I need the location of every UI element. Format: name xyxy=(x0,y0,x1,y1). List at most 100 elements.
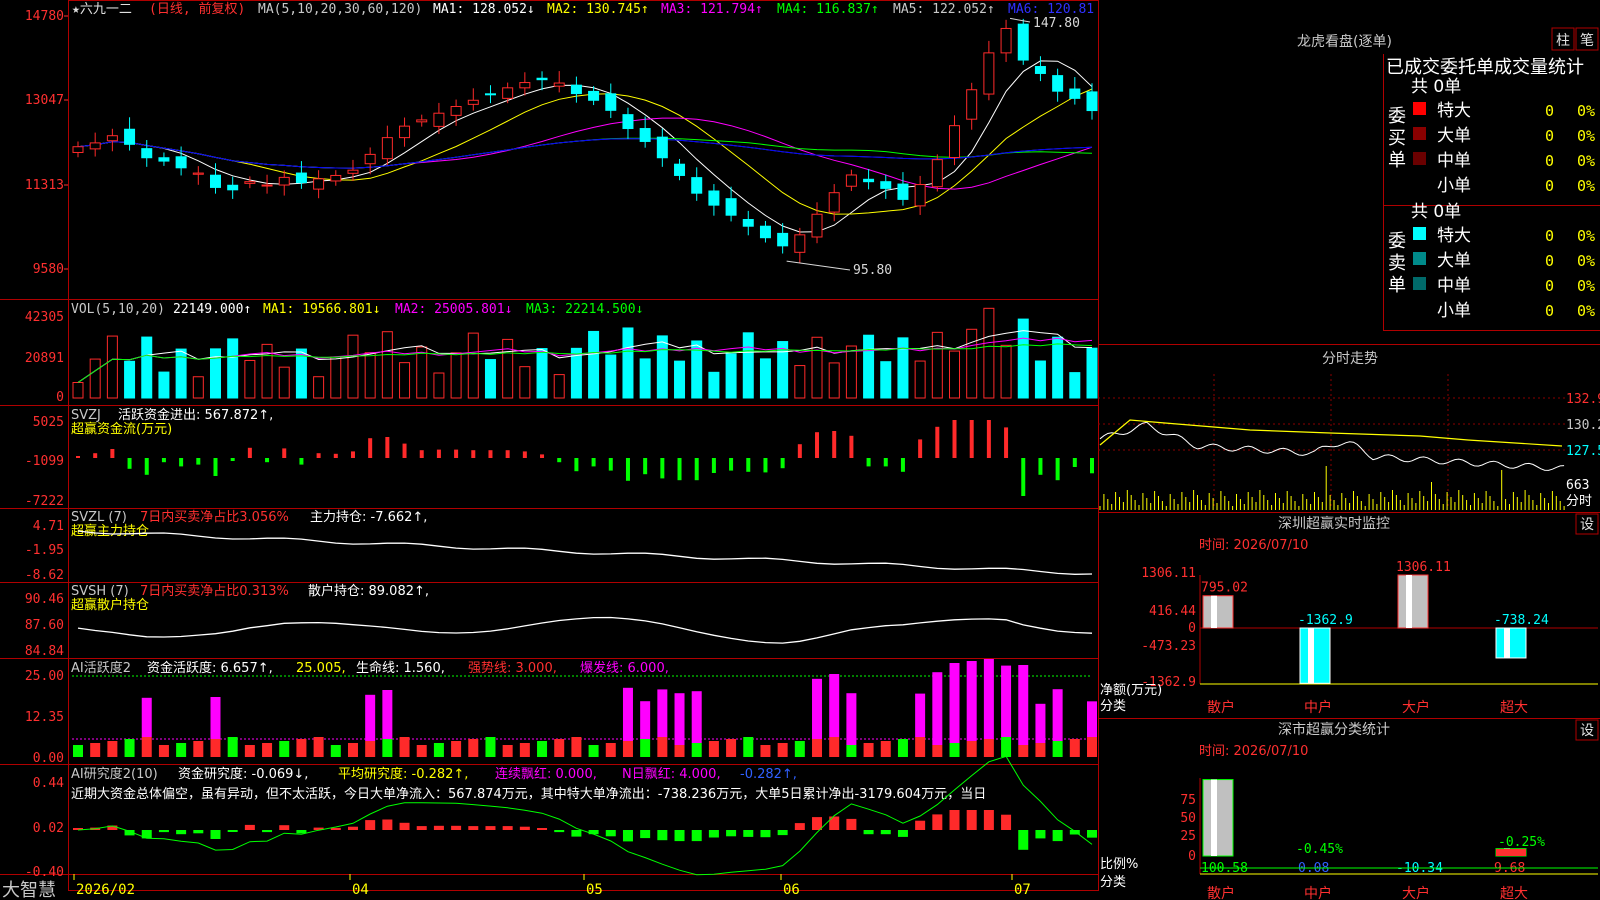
fund-flow-bar xyxy=(265,458,270,463)
candle-body xyxy=(1086,91,1098,112)
candle-body xyxy=(175,156,187,169)
main-plot[interactable] xyxy=(72,17,1098,271)
volume-bar xyxy=(931,331,943,399)
stats-plot[interactable]: 100.58散户0.08中户-10.34大户9.68超大-0.45% -0.25% xyxy=(1199,778,1598,900)
candle-body xyxy=(622,114,634,130)
high-marker xyxy=(1009,17,1031,23)
research-bar xyxy=(382,819,393,830)
activity-bar xyxy=(141,737,152,757)
monitor-bar xyxy=(1397,574,1429,629)
ma2-value: MA2: 130.745↑ xyxy=(547,2,649,17)
fund-flow-bar xyxy=(282,448,287,458)
research-bar xyxy=(657,830,668,841)
main-y-ticks xyxy=(64,15,68,270)
stats-title: 深市超赢分类统计 xyxy=(1278,721,1390,738)
activity-bar xyxy=(571,737,582,757)
svzj-sub: 超赢资金流(万元) xyxy=(71,421,172,437)
activity-peak-bar xyxy=(1001,665,1012,737)
monitor-plot[interactable]: 795.02 散户 -1362.9 中户 1306.11 大户 -738.24 超大 xyxy=(1199,560,1598,716)
monitor-time: 时间: 2026/07/10 xyxy=(1199,538,1308,553)
activity-peak-bar xyxy=(691,691,702,743)
volume-bar xyxy=(622,327,634,399)
activity-peak-bar xyxy=(983,659,994,739)
main-stock-title[interactable]: ★六九一二 xyxy=(72,2,132,17)
research-bar xyxy=(966,810,977,830)
research-bar xyxy=(158,830,169,833)
stats-extra-label: -0.25% xyxy=(1498,835,1545,850)
volume-bar xyxy=(450,352,462,399)
intraday-plot[interactable] xyxy=(1099,419,1565,510)
monitor-bar-highlight xyxy=(1406,575,1412,628)
volume-bar xyxy=(1000,344,1012,399)
lhk-row-pct: 0% xyxy=(1577,102,1595,120)
ai2-t5: -0.282↑, xyxy=(740,767,797,782)
activity-bar xyxy=(674,745,685,757)
volume-bar xyxy=(949,350,961,399)
volume-bar xyxy=(209,348,221,399)
activity-bar xyxy=(915,737,926,757)
fund-flow-bar xyxy=(935,426,940,458)
candle-body xyxy=(278,176,290,186)
research-bar xyxy=(1035,830,1046,839)
fund-flow-bar xyxy=(918,439,923,458)
research-bar xyxy=(485,826,496,830)
fund-flow-bar xyxy=(557,458,562,463)
vol-header: VOL(5,10,20) 22149.000↑ MA1: 19566.801↓ … xyxy=(71,302,643,317)
vol-plot[interactable] xyxy=(72,307,1098,399)
research-bar xyxy=(347,826,358,830)
activity-bar xyxy=(296,739,307,757)
lhk-row-value: 0 xyxy=(1545,127,1554,145)
volume-bar xyxy=(691,340,703,399)
research-bar xyxy=(1018,830,1029,850)
ai2-y-tick: -0.40 xyxy=(25,865,64,880)
fund-flow-bar xyxy=(385,437,390,458)
lhk-row-value: 0 xyxy=(1545,152,1554,170)
fund-flow-bar xyxy=(316,453,321,458)
research-bar xyxy=(915,820,926,830)
ma5-value: MA5: 122.052↑ xyxy=(893,2,995,17)
volume-bar xyxy=(89,358,101,399)
fund-flow-bar xyxy=(900,458,905,472)
svzj-plot[interactable] xyxy=(76,420,1094,496)
app-logo: 大智慧 xyxy=(2,880,56,900)
svzj-y-axis: 5025 -1099 -7222 xyxy=(25,415,64,509)
volume-bar xyxy=(966,328,978,399)
svzl-plot[interactable] xyxy=(77,530,1093,575)
fund-flow-bar xyxy=(196,458,201,465)
activity-bar xyxy=(124,739,135,757)
fund-flow-bar xyxy=(883,458,888,467)
ai2-header: AI研究度2(10) 资金研究度: -0.069↓, 平均研究度: -0.282… xyxy=(71,766,986,802)
svsh-plot[interactable] xyxy=(77,616,1093,644)
svzj-y-tick: 5025 xyxy=(33,415,64,430)
fund-flow-bar xyxy=(110,449,115,458)
lhk-row-pct: 0% xyxy=(1577,227,1595,245)
candle-body xyxy=(794,234,806,253)
activity-peak-bar xyxy=(657,689,668,737)
lhk-row-name: 中单 xyxy=(1437,151,1471,171)
chart-canvas[interactable]: ★六九一二 (日线, 前复权) MA(5,10,20,30,60,120) MA… xyxy=(0,0,1600,900)
fund-flow-bar xyxy=(780,458,785,469)
activity-bar xyxy=(193,741,204,757)
x-label: 04 xyxy=(352,882,369,898)
activity-bar xyxy=(330,745,341,757)
svsh-y-tick: 87.60 xyxy=(25,618,64,633)
research-bar xyxy=(330,827,341,830)
candle-body xyxy=(192,172,204,175)
fund-flow-bar xyxy=(76,456,80,458)
ma10-line xyxy=(77,88,1093,215)
candle-body xyxy=(364,153,376,165)
fund-flow-bar xyxy=(711,458,716,473)
activity-bar xyxy=(399,737,410,757)
lhk-side-char: 卖 xyxy=(1388,253,1406,274)
ai1-y-axis: 25.00 12.35 0.00 xyxy=(25,669,64,766)
vol-y-tick: 20891 xyxy=(25,351,64,366)
research-bar xyxy=(244,824,255,830)
activity-bar xyxy=(966,741,977,757)
candle-body xyxy=(931,159,943,188)
x-label: 07 xyxy=(1014,882,1031,898)
candle-body xyxy=(639,128,651,142)
activity-bar xyxy=(519,743,530,757)
activity-bar xyxy=(983,739,994,757)
research-bar xyxy=(897,830,908,837)
volume-bar xyxy=(502,338,514,399)
